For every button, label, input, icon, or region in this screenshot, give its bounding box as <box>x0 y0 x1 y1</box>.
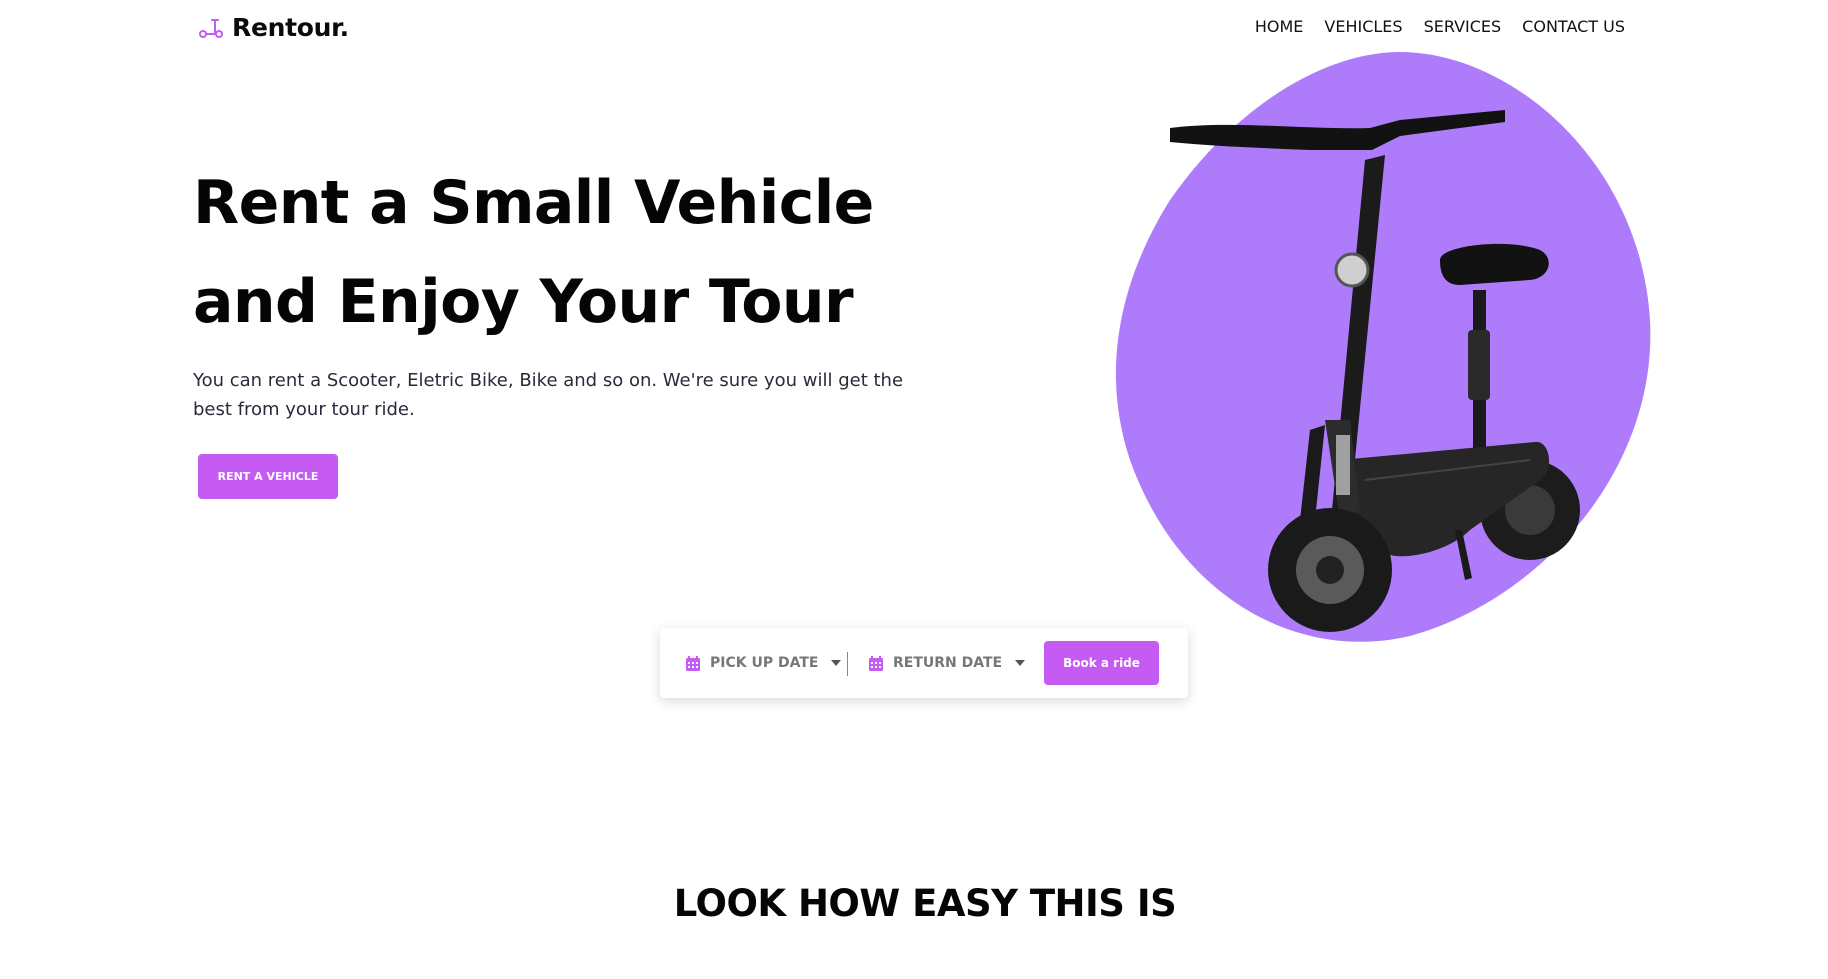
hero-title-line-2: and Enjoy Your Tour <box>193 267 854 337</box>
page: Rentour. HOME VEHICLES SERVICES CONTACT … <box>0 0 1828 979</box>
section-title: LOOK HOW EASY THIS IS <box>673 882 1177 925</box>
booking-divider <box>847 652 848 676</box>
rent-vehicle-button[interactable]: RENT A VEHICLE <box>198 454 338 499</box>
main-nav: HOME VEHICLES SERVICES CONTACT US <box>1255 17 1625 36</box>
caret-down-icon <box>831 660 842 666</box>
nav-item-contact-us[interactable]: CONTACT US <box>1522 17 1625 36</box>
hero-title: Rent a Small Vehicle and Enjoy Your Tour <box>193 154 874 352</box>
calendar-icon <box>869 655 883 671</box>
book-ride-button[interactable]: Book a ride <box>1044 641 1159 685</box>
caret-down-icon <box>1015 660 1026 666</box>
calendar-icon <box>686 655 700 671</box>
scooter-icon <box>199 19 223 38</box>
hero-visual <box>1110 40 1690 690</box>
booking-bar: PICK UP DATE RETURN DATE Book a ride <box>660 628 1188 698</box>
brand-name: Rentour. <box>232 12 349 42</box>
nav-item-vehicles[interactable]: VEHICLES <box>1324 17 1402 36</box>
nav-item-home[interactable]: HOME <box>1255 17 1304 36</box>
nav-item-services[interactable]: SERVICES <box>1424 17 1502 36</box>
return-date-dropdown[interactable]: RETURN DATE <box>869 650 1026 676</box>
logo[interactable]: Rentour. <box>196 12 349 42</box>
return-date-label: RETURN DATE <box>893 655 1003 671</box>
electric-scooter-image <box>1115 52 1651 642</box>
pickup-date-dropdown[interactable]: PICK UP DATE <box>686 650 842 676</box>
hero-description: You can rent a Scooter, Eletric Bike, Bi… <box>193 370 904 420</box>
hero-title-line-1: Rent a Small Vehicle <box>193 168 874 238</box>
pickup-date-label: PICK UP DATE <box>710 655 819 671</box>
